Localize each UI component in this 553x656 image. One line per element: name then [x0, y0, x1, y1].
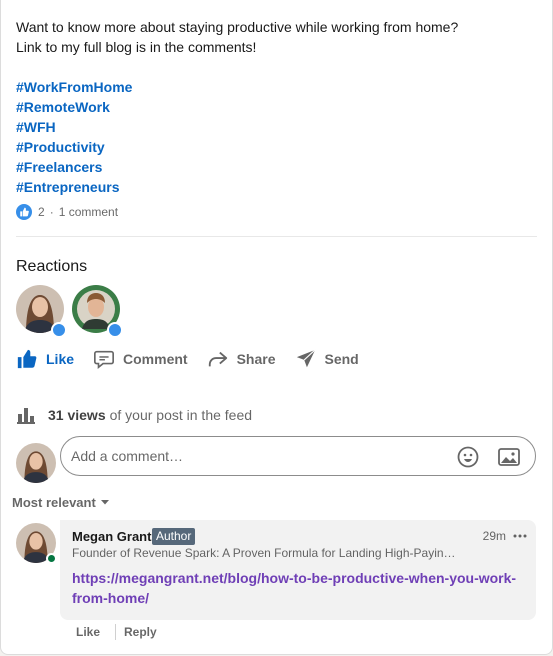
hashtag-link[interactable]: #Entrepreneurs: [16, 177, 132, 197]
hashtag-link[interactable]: #Freelancers: [16, 157, 132, 177]
post-text-line: Link to my full blog is in the comments!: [16, 39, 257, 55]
like-reaction-icon: [16, 204, 32, 220]
send-button[interactable]: Send: [295, 348, 359, 370]
author-badge: Author: [152, 528, 196, 545]
comment-input[interactable]: [71, 437, 451, 475]
hashtag-list: #WorkFromHome #RemoteWork #WFH #Producti…: [16, 77, 132, 197]
comment-icon: [94, 350, 115, 369]
post-actions: Like Comment Share Send: [16, 347, 378, 371]
separator-dot: ·: [49, 205, 54, 219]
hashtag-link[interactable]: #Productivity: [16, 137, 132, 157]
comment-count[interactable]: 1 comment: [59, 205, 118, 219]
like-icon: [17, 349, 37, 369]
caret-down-icon: [100, 500, 109, 505]
hashtag-link[interactable]: #WorkFromHome: [16, 77, 132, 97]
like-reaction-icon: [107, 322, 123, 338]
post-text: Want to know more about staying producti…: [16, 17, 458, 57]
reactions-heading: Reactions: [16, 258, 88, 275]
comment-author-headline: Founder of Revenue Spark: A Proven Formu…: [72, 546, 456, 560]
more-icon[interactable]: [512, 528, 528, 544]
hashtag-link[interactable]: #RemoteWork: [16, 97, 132, 117]
comment-actions: Like Reply: [76, 624, 157, 640]
share-icon: [208, 351, 227, 367]
like-button[interactable]: Like: [16, 348, 74, 370]
divider: [115, 624, 117, 640]
share-button[interactable]: Share: [207, 348, 276, 370]
comment-label: Comment: [123, 351, 188, 367]
comment-reply-button[interactable]: Reply: [124, 625, 157, 639]
image-icon[interactable]: [497, 445, 521, 469]
comment-author[interactable]: Megan Grant: [72, 529, 151, 544]
views-count: 31 views: [48, 407, 106, 423]
comment-bubble: Megan Grant Author 29m Founder of Revenu…: [60, 520, 536, 620]
reactor-avatar[interactable]: [72, 285, 123, 338]
send-icon: [296, 349, 316, 368]
online-status-indicator: [46, 553, 57, 564]
hashtag-link[interactable]: #WFH: [16, 117, 132, 137]
post-text-line: Want to know more about staying producti…: [16, 19, 459, 35]
post-views[interactable]: 31 views of your post in the feed: [16, 405, 252, 425]
share-label: Share: [236, 351, 276, 367]
avatar: [16, 443, 56, 483]
comment-sort-dropdown[interactable]: Most relevant: [12, 494, 111, 510]
divider: [16, 236, 537, 237]
like-label: Like: [46, 351, 75, 367]
views-suffix: of your post in the feed: [109, 407, 253, 423]
send-label: Send: [324, 351, 359, 367]
commenter-avatar[interactable]: [16, 523, 57, 564]
social-counts[interactable]: 2 · 1 comment: [16, 204, 118, 220]
sort-label: Most relevant: [12, 494, 96, 510]
emoji-icon[interactable]: [456, 445, 480, 469]
comment-field[interactable]: [60, 436, 536, 476]
comment-button[interactable]: Comment: [93, 348, 188, 370]
reactor-avatar[interactable]: [16, 285, 67, 338]
comment-timestamp: 29m: [482, 529, 506, 543]
comment-link[interactable]: https://megangrant.net/blog/how-to-be-pr…: [72, 568, 522, 608]
comment-like-button[interactable]: Like: [76, 625, 100, 639]
bar-chart-icon: [17, 408, 35, 424]
like-reaction-icon: [51, 322, 67, 338]
reaction-count[interactable]: 2: [38, 205, 45, 219]
